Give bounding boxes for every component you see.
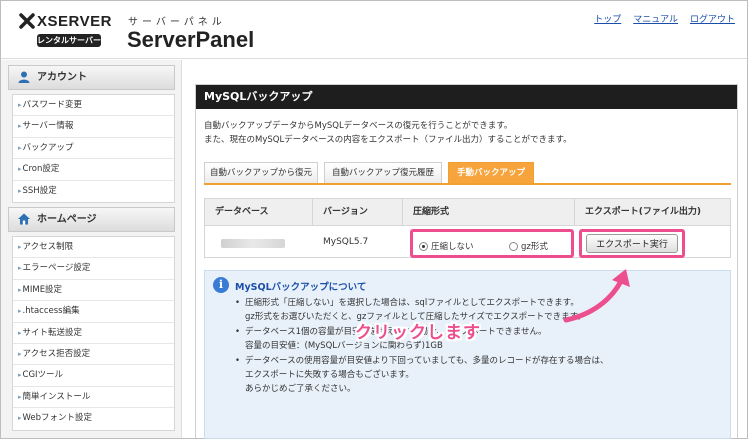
logout-link[interactable]: ログアウト <box>690 12 735 25</box>
column-header-database: データベース <box>205 199 313 226</box>
logo-badge: レンタルサーバー <box>37 34 101 47</box>
sidebar-item-htaccess[interactable]: ▸.htaccess編集 <box>13 301 174 323</box>
arrow-icon: ▸ <box>18 264 22 273</box>
export-button[interactable]: エクスポート実行 <box>586 234 678 253</box>
arrow-icon: ▸ <box>18 349 22 358</box>
page-title: MySQLバックアップ <box>196 85 737 109</box>
radio-no-compression[interactable]: 圧縮しない <box>419 240 474 252</box>
mysql-backup-panel: MySQLバックアップ 自動バックアップデータからMySQLデータベースの復元を… <box>195 84 738 439</box>
sidebar-item-site-redirect[interactable]: ▸サイト転送設定 <box>13 323 174 344</box>
info-line: エクスポートに失敗する場合もございます。 <box>245 370 414 381</box>
column-header-version: バージョン <box>313 199 403 226</box>
sidebar-item-cgi-tools[interactable]: ▸CGIツール <box>13 365 174 387</box>
info-line: データベースの使用容量が目安値より下回っていましても、多量のレコードが存在する場… <box>235 354 609 369</box>
column-header-export: エクスポート(ファイル出力) <box>575 199 730 226</box>
column-header-compression: 圧縮形式 <box>403 199 575 226</box>
annotation-click-label: クリックします <box>355 323 481 343</box>
header-title: ServerPanel <box>127 27 255 52</box>
arrow-icon: ▸ <box>18 371 22 380</box>
sidebar-item-server-info[interactable]: ▸サーバー情報 <box>13 116 174 138</box>
sidebar-item-access-deny[interactable]: ▸アクセス拒否設定 <box>13 344 174 366</box>
compression-highlight: 圧縮しない gz形式 <box>410 229 574 258</box>
annotation-arrow-icon <box>563 269 630 323</box>
arrow-icon: ▸ <box>18 328 22 337</box>
radio-gz[interactable]: gz形式 <box>509 240 548 252</box>
logo-brand: XSERVER <box>37 13 112 30</box>
tab-restore-from-auto-backup[interactable]: 自動バックアップから復元 <box>204 162 318 183</box>
info-box: i MySQLバックアップについて 圧縮形式「圧縮しない」を選択した場合は、sq… <box>204 270 731 439</box>
sidebar: アカウント ▸パスワード変更 ▸サーバー情報 ▸バックアップ ▸Cron設定 ▸… <box>1 60 182 438</box>
info-icon: i <box>213 277 229 293</box>
sidebar-item-mime[interactable]: ▸MIME設定 <box>13 280 174 302</box>
sidebar-item-backup[interactable]: ▸バックアップ <box>13 138 174 160</box>
database-name-redacted <box>221 239 285 248</box>
sidebar-heading-homepage: ホームページ <box>8 207 175 232</box>
header-subtitle: サーバーパネル <box>128 17 226 28</box>
home-icon <box>18 213 30 225</box>
arrow-icon: ▸ <box>18 285 22 294</box>
top-link[interactable]: トップ <box>594 12 621 25</box>
main-content: MySQLバックアップ 自動バックアップデータからMySQLデータベースの復元を… <box>183 60 747 439</box>
sidebar-item-access-limit[interactable]: ▸アクセス制限 <box>13 237 174 259</box>
sidebar-item-easy-install[interactable]: ▸簡単インストール <box>13 387 174 409</box>
arrow-icon: ▸ <box>18 414 22 423</box>
tab-bar: 自動バックアップから復元 自動バックアップ復元履歴 手動バックアップ <box>204 162 731 185</box>
arrow-icon: ▸ <box>18 101 22 109</box>
sidebar-item-web-font[interactable]: ▸Webフォント設定 <box>13 408 174 429</box>
sidebar-heading-account: アカウント <box>8 65 175 90</box>
arrow-icon: ▸ <box>18 307 22 316</box>
info-title: MySQLバックアップについて <box>235 282 367 293</box>
export-highlight: エクスポート実行 <box>579 229 685 258</box>
version-cell: MySQL5.7 <box>323 237 369 247</box>
info-body: 圧縮形式「圧縮しない」を選択した場合は、sqlファイルとしてエクスポートできます… <box>235 296 609 397</box>
xserver-logo[interactable]: XSERVER レンタルサーバー <box>19 13 114 49</box>
info-line: 圧縮形式「圧縮しない」を選択した場合は、sqlファイルとしてエクスポートできます… <box>235 296 609 311</box>
tab-restore-history[interactable]: 自動バックアップ復元履歴 <box>324 162 442 183</box>
arrow-icon: ▸ <box>18 392 22 401</box>
account-menu: ▸パスワード変更 ▸サーバー情報 ▸バックアップ ▸Cron設定 ▸SSH設定 <box>12 94 175 203</box>
arrow-icon: ▸ <box>18 122 22 131</box>
arrow-icon: ▸ <box>18 165 22 174</box>
radio-selected-icon <box>419 241 428 251</box>
panel-description: 自動バックアップデータからMySQLデータベースの復元を行うことができます。 ま… <box>204 121 572 145</box>
header: XSERVER レンタルサーバー サーバーパネル ServerPanel トップ… <box>1 1 747 59</box>
database-table: データベース バージョン 圧縮形式 エクスポート(ファイル出力) MySQL5.… <box>204 198 731 258</box>
sidebar-item-ssh[interactable]: ▸SSH設定 <box>13 181 174 202</box>
info-line: あらかじめご了承ください。 <box>245 384 356 395</box>
sidebar-item-password[interactable]: ▸パスワード変更 <box>13 95 174 117</box>
user-icon <box>18 71 30 83</box>
arrow-icon: ▸ <box>18 186 22 195</box>
homepage-menu: ▸アクセス制限 ▸エラーページ設定 ▸MIME設定 ▸.htaccess編集 ▸… <box>12 236 175 431</box>
arrow-icon: ▸ <box>18 243 22 251</box>
radio-unselected-icon <box>509 241 518 251</box>
arrow-icon: ▸ <box>18 143 22 152</box>
xserver-x-icon <box>19 13 35 29</box>
sidebar-item-error-page[interactable]: ▸エラーページ設定 <box>13 258 174 280</box>
manual-link[interactable]: マニュアル <box>633 12 678 25</box>
top-links: トップ マニュアル ログアウト <box>594 12 735 25</box>
sidebar-item-cron[interactable]: ▸Cron設定 <box>13 159 174 181</box>
tab-manual-backup[interactable]: 手動バックアップ <box>448 162 534 183</box>
